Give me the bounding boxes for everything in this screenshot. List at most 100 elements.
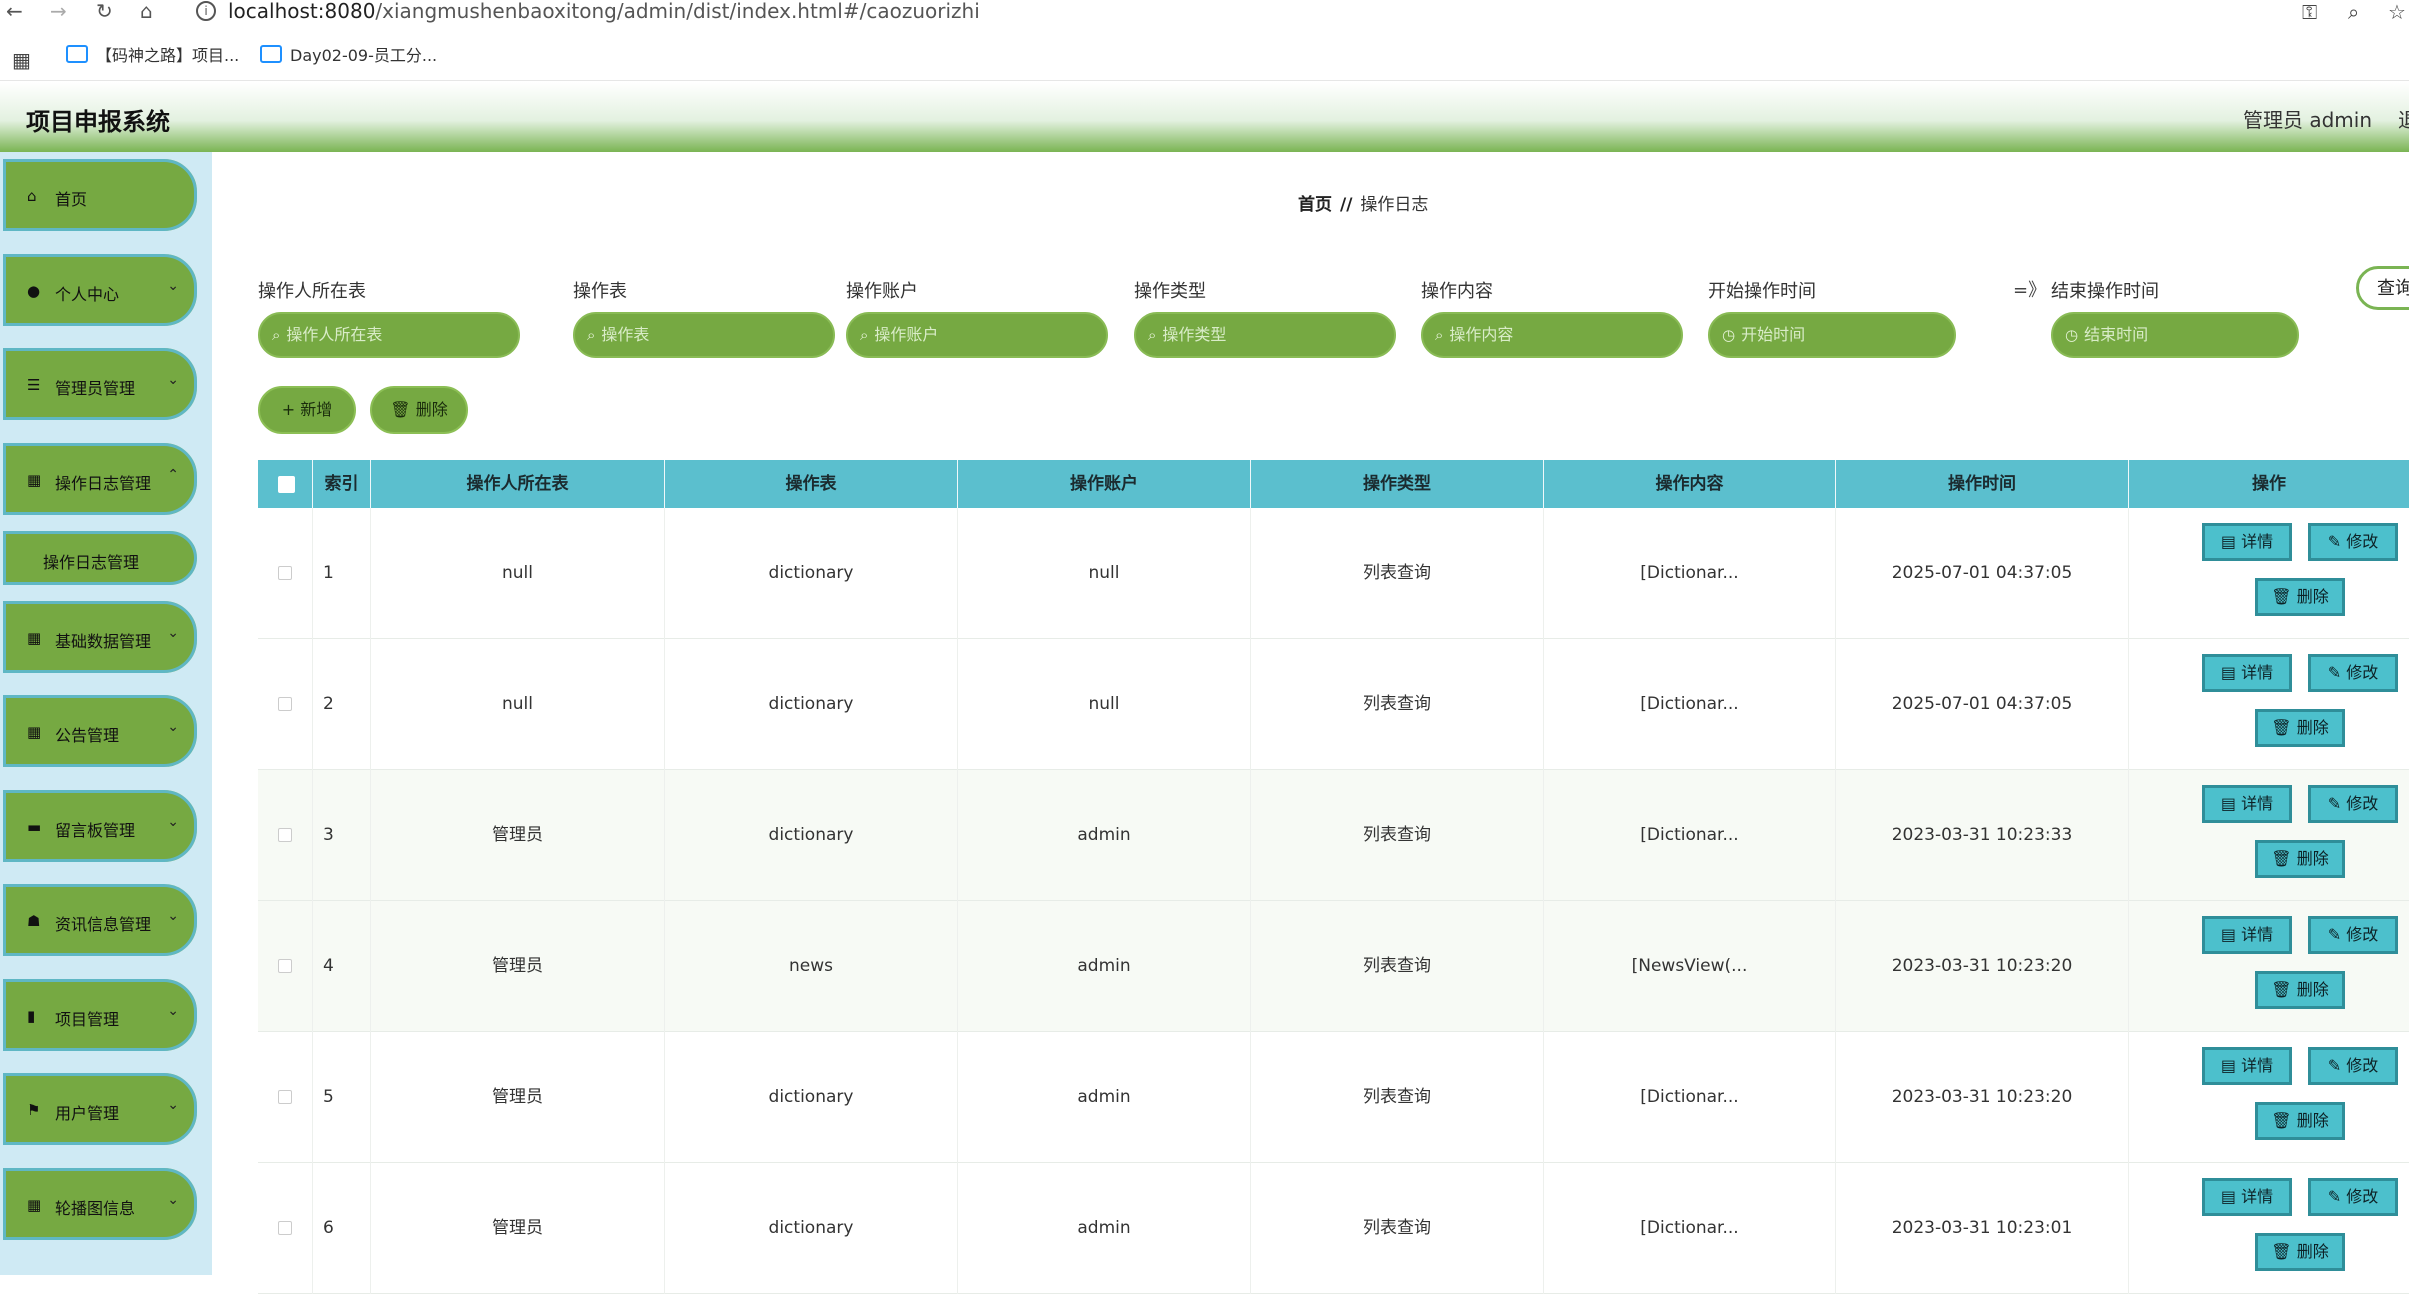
row-checkbox[interactable] — [278, 566, 292, 580]
col-index: 索引 — [313, 460, 371, 508]
sidebar-item-project[interactable]: ▮ 项目管理 ⌄ — [0, 976, 200, 1054]
table-input[interactable]: ⌕ 操作表 — [573, 312, 835, 358]
sidebar-item-notice[interactable]: ▦ 公告管理 ⌄ — [0, 692, 200, 770]
trash-icon: 🗑 — [2271, 587, 2297, 606]
col-type: 操作类型 — [1251, 460, 1544, 508]
search-icon: ⌕ — [587, 326, 596, 344]
delete-button[interactable]: 🗑 删除 — [2255, 709, 2345, 747]
sidebar-item-admin[interactable]: ☰ 管理员管理 ⌄ — [0, 345, 200, 423]
edit-button[interactable]: ✎ 修改 — [2308, 654, 2398, 692]
edit-button[interactable]: ✎ 修改 — [2308, 1178, 2398, 1216]
row-checkbox[interactable] — [278, 1221, 292, 1235]
row-checkbox[interactable] — [278, 1090, 292, 1104]
sidebar-item-message[interactable]: ▬ 留言板管理 ⌄ — [0, 787, 200, 865]
add-button[interactable]: + 新增 — [258, 386, 356, 434]
sidebar-item-home[interactable]: ⌂ 首页 — [0, 156, 200, 234]
site-info-icon[interactable]: i — [196, 1, 216, 21]
trash-icon: 🗑 — [2271, 1242, 2297, 1261]
key-icon[interactable]: ⚿ — [2302, 0, 2317, 24]
cell-account: admin — [958, 1032, 1251, 1163]
cell-actions: ▤ 详情 ✎ 修改 🗑 删除 — [2129, 508, 2409, 639]
forward-icon[interactable]: → — [50, 0, 67, 22]
sidebar-item-profile[interactable]: ● 个人中心 ⌄ — [0, 251, 200, 329]
col-owner-table: 操作人所在表 — [371, 460, 665, 508]
bookmark-item[interactable]: 【码神之路】项目... — [66, 45, 239, 67]
home-icon[interactable]: ⌂ — [140, 0, 153, 22]
edit-button[interactable]: ✎ 修改 — [2308, 785, 2398, 823]
end-time-input[interactable]: ◷ 结束时间 — [2051, 312, 2299, 358]
detail-button[interactable]: ▤ 详情 — [2202, 916, 2292, 954]
type-input[interactable]: ⌕ 操作类型 — [1134, 312, 1396, 358]
detail-button[interactable]: ▤ 详情 — [2202, 523, 2292, 561]
chevron-down-icon: ⌄ — [167, 372, 179, 388]
batch-delete-button[interactable]: 🗑 删除 — [370, 386, 468, 434]
delete-button[interactable]: 🗑 删除 — [2255, 578, 2345, 616]
bookmark-item[interactable]: Day02-09-员工分... — [260, 45, 437, 67]
row-checkbox[interactable] — [278, 959, 292, 973]
cell-content: [Dictionar... — [1544, 1163, 1836, 1294]
submenu-item-oplog[interactable]: 操作日志管理 — [0, 528, 200, 588]
detail-button[interactable]: ▤ 详情 — [2202, 654, 2292, 692]
reload-icon[interactable]: ↻ — [96, 0, 113, 22]
detail-button[interactable]: ▤ 详情 — [2202, 1178, 2292, 1216]
account-input[interactable]: ⌕ 操作账户 — [846, 312, 1108, 358]
select-all-cell — [258, 460, 313, 508]
select-cell — [258, 1032, 313, 1163]
star-icon[interactable]: ☆ — [2388, 0, 2406, 24]
grid-icon: ▦ — [27, 629, 42, 647]
breadcrumb-home[interactable]: 首页 — [1298, 195, 1332, 215]
delete-button[interactable]: 🗑 删除 — [2255, 1102, 2345, 1140]
search-icon: ⌕ — [272, 326, 281, 344]
url-field[interactable]: localhost:8080/xiangmushenbaoxitong/admi… — [228, 0, 980, 22]
owner-table-input[interactable]: ⌕ 操作人所在表 — [258, 312, 520, 358]
edit-button[interactable]: ✎ 修改 — [2308, 916, 2398, 954]
row-checkbox[interactable] — [278, 697, 292, 711]
select-all-checkbox[interactable] — [278, 476, 295, 493]
detail-button[interactable]: ▤ 详情 — [2202, 1047, 2292, 1085]
cell-actions: ▤ 详情 ✎ 修改 🗑 删除 — [2129, 901, 2409, 1032]
document-icon: ▤ — [2220, 663, 2242, 682]
sidebar-item-news[interactable]: ☗ 资讯信息管理 ⌄ — [0, 881, 200, 959]
filter-label: 操作表 — [573, 281, 627, 302]
home-icon: ⌂ — [27, 187, 37, 205]
sidebar-item-users[interactable]: ⚑ 用户管理 ⌄ — [0, 1070, 200, 1148]
sidebar-item-basedata[interactable]: ▦ 基础数据管理 ⌄ — [0, 598, 200, 676]
content-input[interactable]: ⌕ 操作内容 — [1421, 312, 1683, 358]
delete-button[interactable]: 🗑 删除 — [2255, 1233, 2345, 1271]
cell-index: 1 — [313, 508, 371, 639]
pencil-icon: ✎ — [2327, 532, 2347, 551]
back-icon[interactable]: ← — [6, 0, 23, 22]
grid-icon: ▦ — [27, 471, 42, 489]
edit-button[interactable]: ✎ 修改 — [2308, 523, 2398, 561]
trash-icon: 🗑 — [2271, 1111, 2297, 1130]
cell-table: dictionary — [665, 508, 958, 639]
chevron-down-icon: ⌄ — [167, 1192, 179, 1208]
cell-actions: ▤ 详情 ✎ 修改 🗑 删除 — [2129, 1032, 2409, 1163]
start-time-input[interactable]: ◷ 开始时间 — [1708, 312, 1956, 358]
logout-link[interactable]: 退 — [2398, 104, 2409, 133]
zoom-icon[interactable]: ⌕ — [2348, 0, 2359, 24]
cell-type: 列表查询 — [1251, 508, 1544, 639]
search-icon: ⌕ — [860, 326, 869, 344]
select-cell — [258, 901, 313, 1032]
detail-button[interactable]: ▤ 详情 — [2202, 785, 2292, 823]
delete-button[interactable]: 🗑 删除 — [2255, 840, 2345, 878]
sidebar-item-oplog[interactable]: ▦ 操作日志管理 ⌃ — [0, 440, 200, 518]
table-row: 5 管理员 dictionary admin 列表查询 [Dictionar... 2023… — [258, 1032, 2409, 1163]
grid-icon: ▦ — [27, 723, 42, 741]
cell-index: 3 — [313, 770, 371, 901]
col-content: 操作内容 — [1544, 460, 1836, 508]
query-button[interactable]: 查询 — [2356, 266, 2409, 310]
chevron-down-icon: ⌄ — [167, 278, 179, 294]
sidebar-item-carousel[interactable]: ▦ 轮播图信息 ⌄ — [0, 1165, 200, 1243]
delete-button[interactable]: 🗑 删除 — [2255, 971, 2345, 1009]
apps-grid-icon[interactable]: ▦ — [12, 48, 31, 72]
edit-button[interactable]: ✎ 修改 — [2308, 1047, 2398, 1085]
row-checkbox[interactable] — [278, 828, 292, 842]
cell-type: 列表查询 — [1251, 1032, 1544, 1163]
filter-label: 结束操作时间 — [2051, 281, 2159, 302]
cell-owner-table: null — [371, 508, 665, 639]
chevron-down-icon: ⌄ — [167, 1097, 179, 1113]
cell-owner-table: 管理员 — [371, 1163, 665, 1294]
ticket-icon: ▬ — [27, 818, 42, 836]
